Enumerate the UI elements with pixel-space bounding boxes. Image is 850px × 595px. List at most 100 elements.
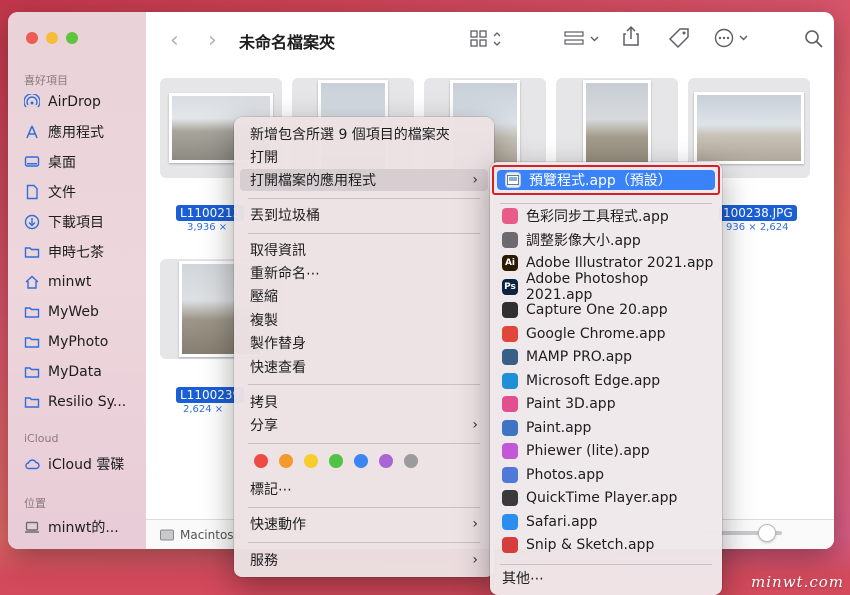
locations-header: 位置 [24, 497, 46, 510]
menu-item-make-alias[interactable]: 製作替身 [240, 332, 488, 354]
group-view-icon[interactable] [564, 30, 602, 48]
menu-item-quick-actions[interactable]: 快速動作 › [240, 513, 488, 535]
sidebar-item-label: MyWeb [48, 304, 99, 320]
menu-item-app-edge[interactable]: Microsoft Edge.app [502, 370, 714, 392]
photos-icon [502, 466, 518, 483]
tag-color-orange[interactable] [279, 454, 293, 468]
tag-color-gray[interactable] [404, 454, 418, 468]
menu-item-open[interactable]: 打開 [240, 146, 488, 168]
menu-item-label: 丟到垃圾桶 [250, 208, 320, 224]
menu-item-label: 預覽程式.app（預設） [529, 173, 672, 189]
menu-item-label: Snip & Sketch.app [526, 537, 655, 553]
phiewer-icon [502, 443, 518, 459]
resize-image-icon [502, 231, 518, 248]
download-icon [24, 214, 40, 230]
forward-button[interactable]: › [208, 30, 217, 52]
sidebar-item-mac[interactable]: minwt的... [24, 517, 119, 537]
sidebar-item-airdrop[interactable]: AirDrop [24, 92, 101, 112]
menu-item-open-with[interactable]: 打開檔案的應用程式 › [240, 169, 488, 191]
menu-separator [248, 233, 480, 234]
menu-item-app-photoshop[interactable]: Ps Adobe Photoshop 2021.app [502, 271, 714, 303]
sidebar-item-label: 下載項目 [48, 215, 104, 231]
sidebar-item-label: 應用程式 [48, 125, 104, 141]
menu-item-quick-look[interactable]: 快速查看 [240, 356, 488, 378]
sidebar-item-home[interactable]: minwt [24, 272, 91, 292]
minimize-button[interactable] [46, 32, 58, 44]
grid-view-icon[interactable] [470, 30, 504, 48]
menu-item-compress[interactable]: 壓縮 [240, 285, 488, 307]
menu-item-other[interactable]: 其他⋯ [502, 567, 714, 589]
menu-item-tags[interactable]: 標記⋯ [240, 478, 488, 500]
menu-separator [248, 198, 480, 199]
menu-item-services[interactable]: 服務 › [240, 549, 488, 571]
sidebar-item-applications[interactable]: 應用程式 [24, 122, 104, 142]
menu-item-label: QuickTime Player.app [526, 490, 678, 506]
close-button[interactable] [26, 32, 38, 44]
menu-item-share[interactable]: 分享 › [240, 414, 488, 436]
menu-item-label: 取得資訊 [250, 243, 306, 259]
menu-item-app-resize-image[interactable]: 調整影像大小.app [502, 229, 714, 251]
laptop-icon [25, 521, 39, 533]
menu-item-label: 打開 [250, 150, 278, 166]
sidebar: 喜好項目 AirDrop 應用程式 桌面 文件 下載項目 申時七茶 minwt [8, 12, 146, 549]
document-icon [26, 184, 38, 200]
zoom-button[interactable] [66, 32, 78, 44]
menu-item-label: Paint 3D.app [526, 396, 616, 412]
quicktime-icon [502, 490, 518, 506]
file-dimensions: 2,624 × [183, 404, 224, 415]
menu-item-duplicate[interactable]: 複製 [240, 309, 488, 331]
tag-icon[interactable] [668, 27, 690, 49]
tag-color-blue[interactable] [354, 454, 368, 468]
sidebar-item-label: AirDrop [48, 94, 101, 110]
sidebar-item-documents[interactable]: 文件 [24, 182, 76, 202]
preview-app-icon [505, 172, 521, 188]
tag-color-green[interactable] [329, 454, 343, 468]
menu-item-app-colorsync[interactable]: 色彩同步工具程式.app [502, 205, 714, 227]
menu-separator [500, 203, 712, 204]
tag-color-red[interactable] [254, 454, 268, 468]
folder-icon [24, 397, 40, 408]
window-controls [26, 32, 78, 44]
sidebar-item-downloads[interactable]: 下載項目 [24, 212, 104, 232]
back-button[interactable]: ‹ [170, 30, 179, 52]
sidebar-item-desktop[interactable]: 桌面 [24, 152, 76, 172]
menu-item-label: Adobe Illustrator 2021.app [526, 255, 714, 271]
icon-size-slider-knob[interactable] [758, 524, 776, 542]
menu-item-app-phiewer[interactable]: Phiewer (lite).app [502, 440, 714, 462]
sidebar-item-folder-tea[interactable]: 申時七茶 [24, 242, 104, 262]
sidebar-item-mydata[interactable]: MyData [24, 362, 102, 382]
menu-item-app-paint-3d[interactable]: Paint 3D.app [502, 393, 714, 415]
applications-icon [26, 125, 38, 139]
menu-item-default-app[interactable]: 預覽程式.app（預設） [497, 170, 715, 190]
menu-item-copy[interactable]: 拷貝 [240, 391, 488, 413]
sidebar-item-resilio[interactable]: Resilio Sy... [24, 392, 126, 412]
menu-item-rename[interactable]: 重新命名⋯ [240, 262, 488, 284]
menu-item-app-snip-sketch[interactable]: Snip & Sketch.app [502, 534, 714, 556]
menu-item-app-paint[interactable]: Paint.app [502, 417, 714, 439]
search-icon[interactable] [804, 29, 824, 49]
path-label[interactable]: Macintosh [180, 528, 241, 542]
share-icon[interactable] [622, 25, 640, 47]
menu-item-app-photos[interactable]: Photos.app [502, 464, 714, 486]
file-name[interactable]: 100238.JPG [719, 205, 797, 221]
default-app-highlight: 預覽程式.app（預設） [492, 165, 720, 195]
menu-item-app-safari[interactable]: Safari.app [502, 511, 714, 533]
safari-icon [502, 513, 518, 530]
open-with-submenu: 預覽程式.app（預設） 色彩同步工具程式.app 調整影像大小.app Ai Ado… [490, 162, 722, 595]
menu-item-app-mamp-pro[interactable]: MAMP PRO.app [502, 346, 714, 368]
menu-separator [248, 443, 480, 444]
menu-item-new-folder-with-selection[interactable]: 新增包含所選 9 個項目的檔案夾 [240, 123, 488, 145]
more-actions-icon[interactable] [714, 28, 752, 48]
menu-item-get-info[interactable]: 取得資訊 [240, 239, 488, 261]
paint-3d-icon [502, 396, 518, 412]
sidebar-item-icloud-drive[interactable]: iCloud 雲碟 [24, 454, 124, 474]
sidebar-item-myphoto[interactable]: MyPhoto [24, 332, 108, 352]
sidebar-item-myweb[interactable]: MyWeb [24, 302, 99, 322]
tag-color-purple[interactable] [379, 454, 393, 468]
photoshop-icon: Ps [502, 278, 518, 295]
menu-item-move-to-trash[interactable]: 丟到垃圾桶 [240, 204, 488, 226]
menu-item-app-capture-one[interactable]: Capture One 20.app [502, 299, 714, 321]
tag-color-yellow[interactable] [304, 454, 318, 468]
menu-item-app-quicktime[interactable]: QuickTime Player.app [502, 487, 714, 509]
menu-item-app-chrome[interactable]: Google Chrome.app [502, 323, 714, 345]
